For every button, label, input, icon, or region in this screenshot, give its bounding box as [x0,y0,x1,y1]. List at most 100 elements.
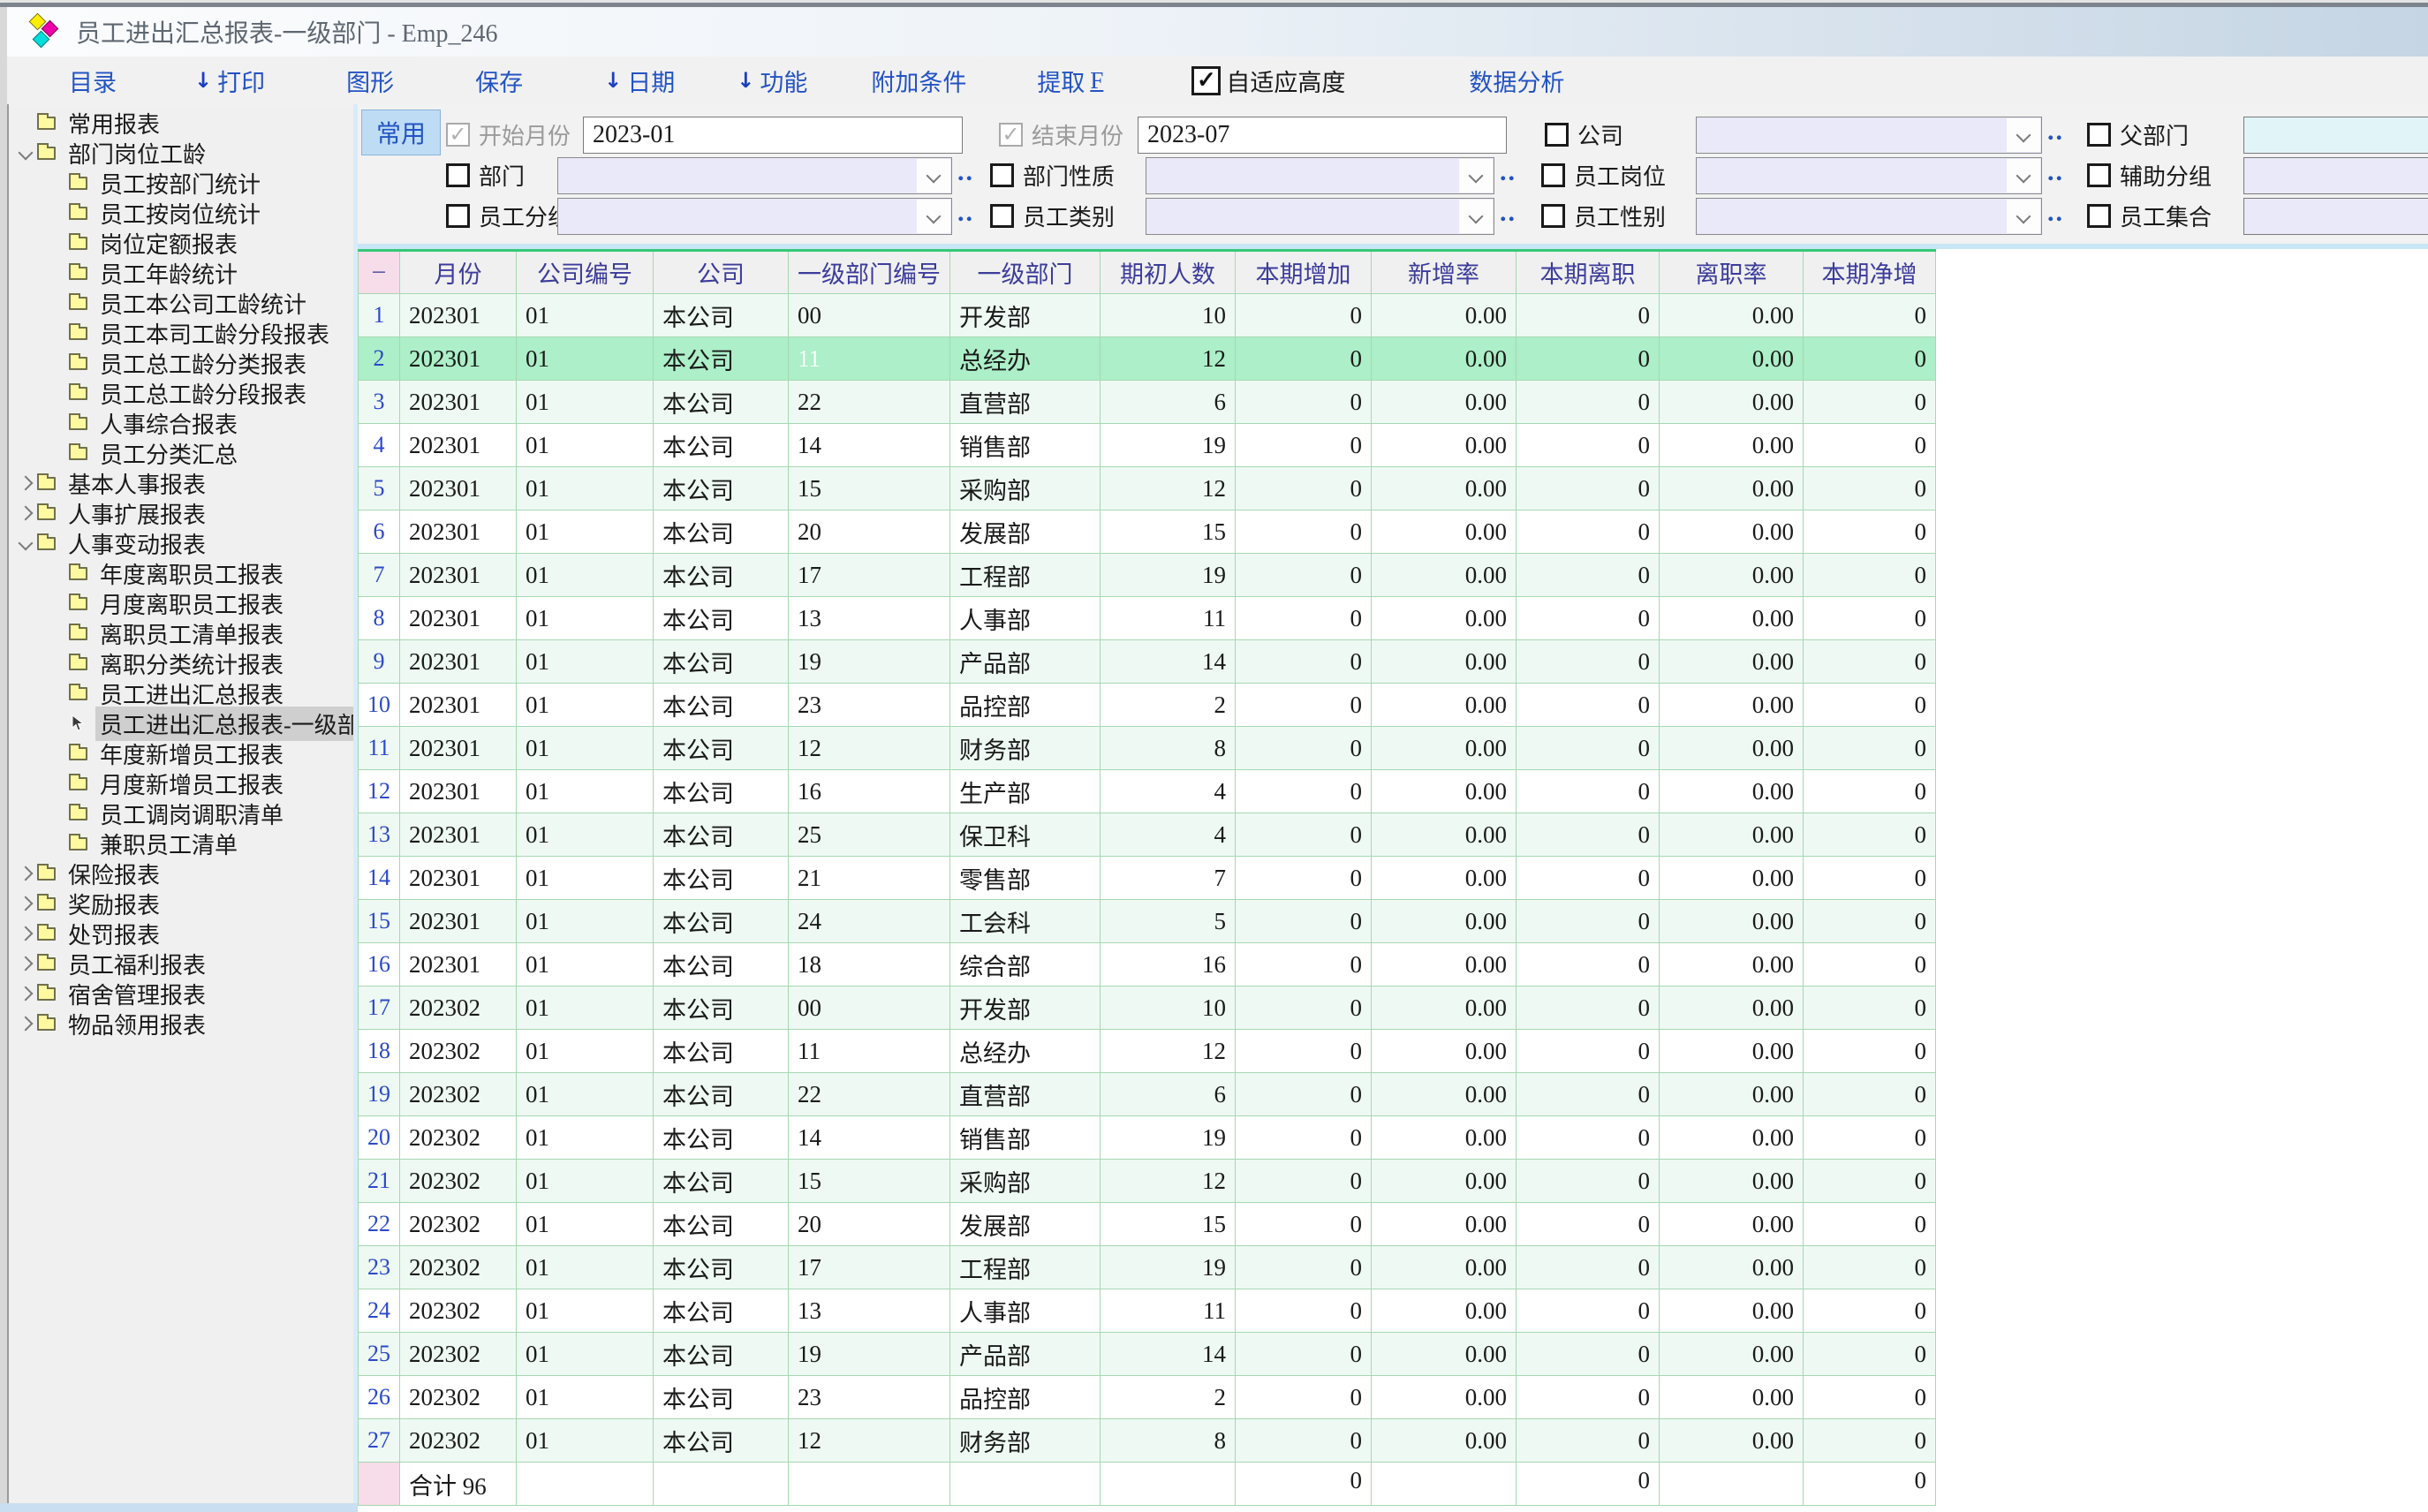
table-cell[interactable]: 01 [517,727,654,770]
table-cell[interactable]: 14 [1101,640,1236,684]
dept-checkbox[interactable] [446,163,470,187]
expand-icon[interactable] [14,988,37,999]
table-cell[interactable] [1660,1463,1804,1506]
table-cell[interactable]: 工程部 [950,554,1101,597]
tree-item[interactable]: 离职员工清单报表 [9,618,353,648]
chevron-down-icon[interactable] [1459,159,1493,193]
table-cell[interactable]: 0.00 [1660,640,1804,684]
table-cell[interactable]: 0.00 [1372,727,1517,770]
table-cell[interactable]: 12 [1101,1030,1236,1073]
tree-item[interactable]: 人事扩展报表 [9,498,353,528]
row-number-cell[interactable]: 8 [359,597,400,640]
table-cell[interactable]: 0 [1236,684,1372,727]
table-cell[interactable]: 8 [1101,1419,1236,1463]
table-cell[interactable]: 本公司 [654,727,789,770]
table-cell[interactable]: 品控部 [950,1376,1101,1419]
table-cell[interactable]: 24 [789,900,950,943]
tree-item[interactable]: 基本人事报表 [9,468,353,498]
table-cell[interactable]: 开发部 [950,987,1101,1030]
table-cell[interactable]: 202302 [400,1289,517,1333]
column-header[interactable]: 新增率 [1372,251,1517,294]
table-cell[interactable]: 0 [1517,684,1660,727]
table-cell[interactable]: 本公司 [654,987,789,1030]
table-cell[interactable]: 0 [1517,1419,1660,1463]
table-cell[interactable]: 01 [517,943,654,987]
table-cell[interactable]: 0.00 [1660,727,1804,770]
table-cell[interactable]: 25 [789,813,950,857]
table-cell[interactable]: 0 [1804,597,1936,640]
table-cell[interactable]: 本公司 [654,900,789,943]
table-cell[interactable]: 0 [1236,1030,1372,1073]
table-cell[interactable]: 采购部 [950,1160,1101,1203]
chevron-down-icon[interactable] [2007,159,2040,193]
table-cell[interactable]: 总经办 [950,337,1101,381]
row-number-cell[interactable]: 24 [359,1289,400,1333]
table-cell[interactable]: 0 [1804,640,1936,684]
table-cell[interactable]: 202302 [400,1073,517,1116]
expand-icon[interactable] [14,928,37,939]
table-cell[interactable]: 0 [1236,1333,1372,1376]
table-cell[interactable]: 0 [1236,987,1372,1030]
table-cell[interactable]: 0 [1804,1333,1936,1376]
table-cell[interactable]: 总经办 [950,1030,1101,1073]
table-cell[interactable]: 0 [1517,943,1660,987]
table-cell[interactable]: 0.00 [1660,510,1804,554]
table-cell[interactable]: 产品部 [950,640,1101,684]
table-cell[interactable]: 01 [517,857,654,900]
table-cell[interactable]: 0 [1517,1333,1660,1376]
emp-group-checkbox[interactable] [446,204,470,228]
table-cell[interactable]: 202301 [400,900,517,943]
table-cell[interactable]: 0 [1804,857,1936,900]
table-cell[interactable]: 01 [517,1116,654,1160]
table-cell[interactable]: 19 [1101,1246,1236,1289]
table-cell[interactable]: 0 [1804,467,1936,510]
table-cell[interactable]: 本公司 [654,813,789,857]
table-cell[interactable] [654,1463,789,1506]
table-cell[interactable]: 12 [1101,1160,1236,1203]
end-month-input[interactable]: 2023-07 [1138,117,1507,154]
column-header[interactable]: 公司编号 [517,251,654,294]
table-cell[interactable]: 本公司 [654,1289,789,1333]
table-cell[interactable]: 0.00 [1660,294,1804,337]
table-cell[interactable]: 01 [517,1289,654,1333]
table-cell[interactable]: 0 [1517,554,1660,597]
table-cell[interactable]: 11 [789,337,950,381]
expand-icon[interactable] [14,478,37,488]
table-cell[interactable]: 人事部 [950,1289,1101,1333]
table-cell[interactable]: 0.00 [1660,770,1804,813]
table-cell[interactable]: 202301 [400,943,517,987]
table-cell[interactable]: 01 [517,1160,654,1203]
table-cell[interactable]: 01 [517,770,654,813]
table-cell[interactable]: 本公司 [654,467,789,510]
table-cell[interactable]: 0 [1517,1376,1660,1419]
table-cell[interactable]: 0 [1804,554,1936,597]
table-cell[interactable]: 0.00 [1660,554,1804,597]
table-cell[interactable]: 01 [517,684,654,727]
expand-icon[interactable] [14,958,37,969]
row-number-cell[interactable]: 10 [359,684,400,727]
row-number-cell[interactable]: 11 [359,727,400,770]
table-cell[interactable]: 0 [1517,1160,1660,1203]
table-cell[interactable]: 发展部 [950,1203,1101,1246]
table-cell[interactable]: 01 [517,294,654,337]
chevron-down-icon[interactable] [917,200,950,233]
table-cell[interactable]: 0 [1236,1160,1372,1203]
table-cell[interactable]: 0 [1517,1116,1660,1160]
table-cell[interactable]: 0 [1517,1030,1660,1073]
table-cell[interactable]: 0 [1804,770,1936,813]
table-cell[interactable]: 0.00 [1372,1376,1517,1419]
column-header[interactable]: 期初人数 [1101,251,1236,294]
tree-item[interactable]: 保险报表 [9,858,353,888]
table-cell[interactable]: 2 [1101,1376,1236,1419]
auto-height-checkbox[interactable]: 自适应高度 [1191,64,1345,98]
tree-item[interactable]: 月度新增员工报表 [9,768,353,798]
table-cell[interactable]: 5 [1101,900,1236,943]
table-cell[interactable]: 0.00 [1372,381,1517,424]
table-cell[interactable]: 本公司 [654,1419,789,1463]
chevron-down-icon[interactable] [2007,118,2040,152]
extract-button[interactable]: 提取F [1037,64,1103,98]
table-cell[interactable]: 0.00 [1660,943,1804,987]
table-cell[interactable]: 13 [789,1289,950,1333]
print-button[interactable]: ↓ 打印 [194,64,265,98]
table-cell[interactable]: 0.00 [1660,467,1804,510]
